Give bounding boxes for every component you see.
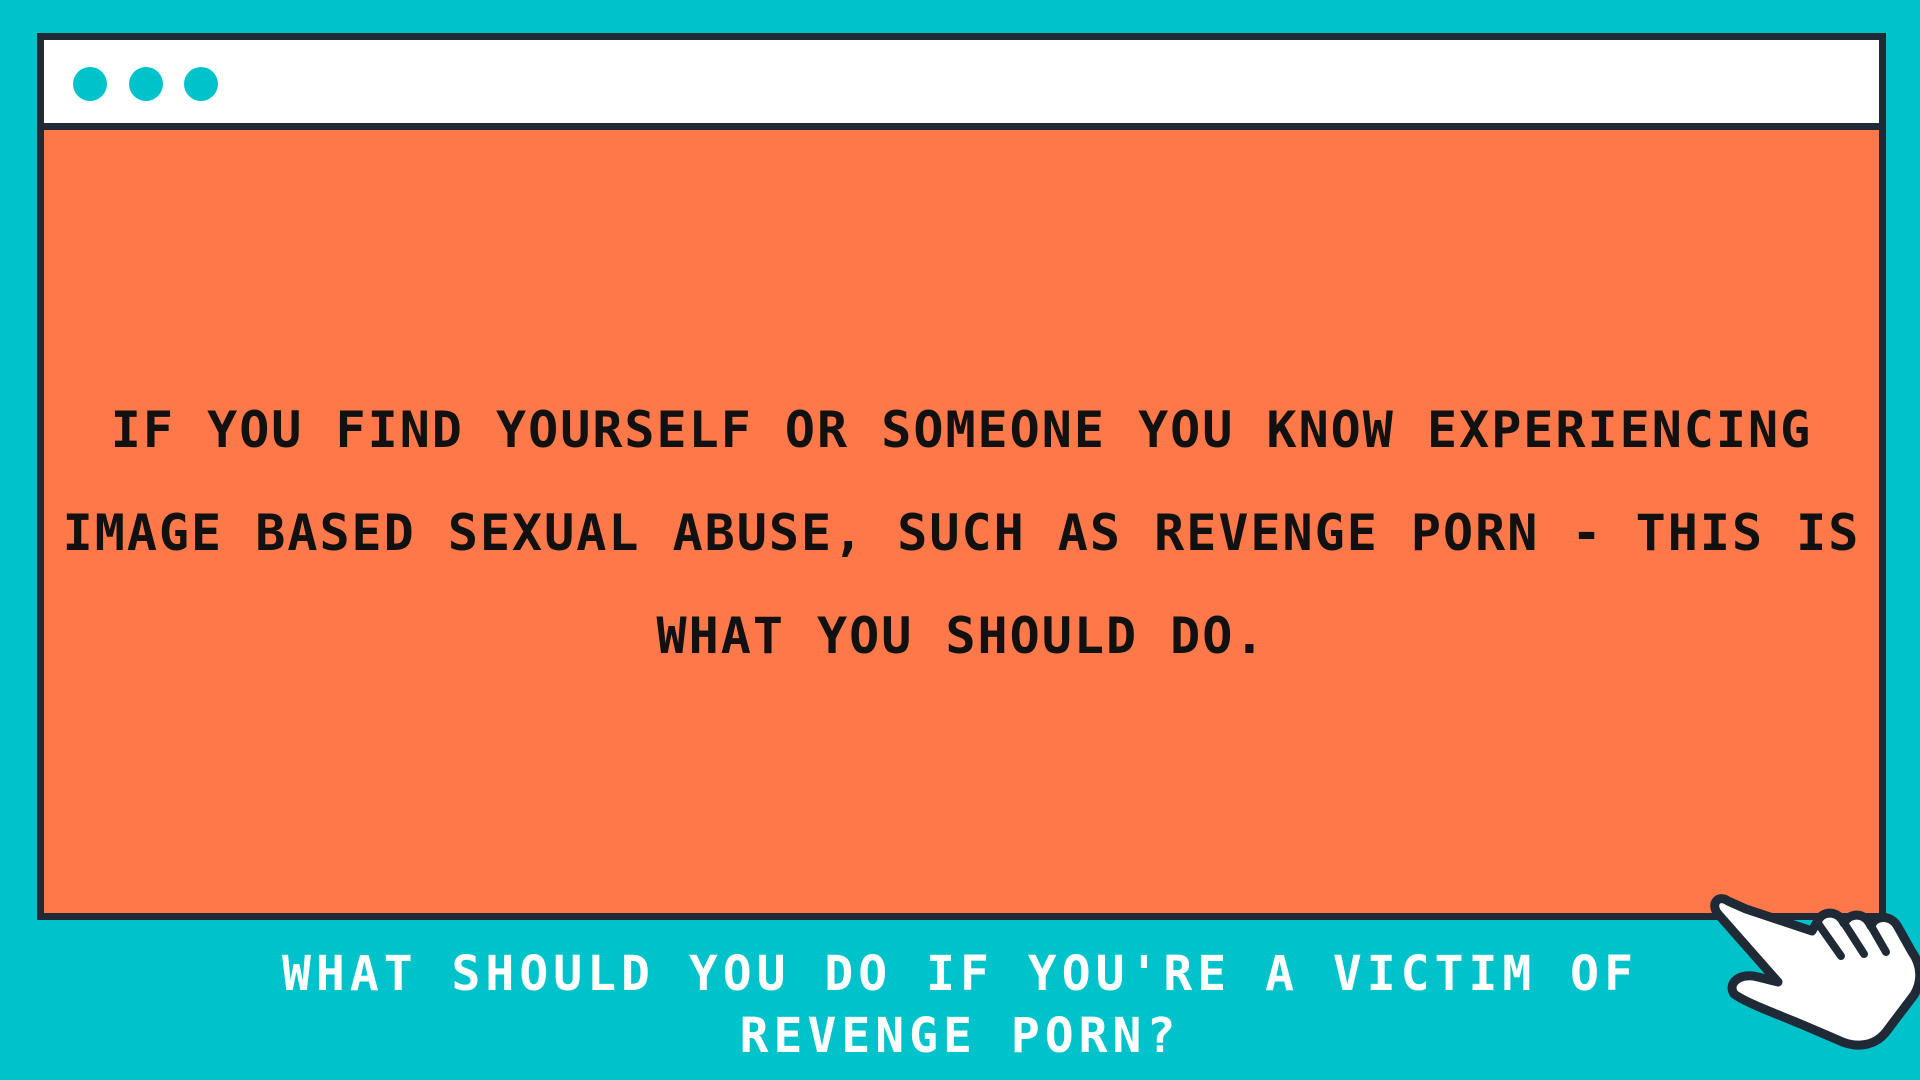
window-titlebar [44,40,1879,130]
caption-text: WHAT SHOULD YOU DO IF YOU'RE A VICTIM OF… [282,946,1638,1064]
pointing-hand-icon [1710,894,1920,1050]
window-content: IF YOU FIND YOURSELF OR SOMEONE YOU KNOW… [44,130,1879,913]
message-text: IF YOU FIND YOURSELF OR SOMEONE YOU KNOW… [62,401,1861,665]
window-dot-icon[interactable] [184,67,218,101]
canvas: IF YOU FIND YOURSELF OR SOMEONE YOU KNOW… [0,0,1920,1080]
browser-window: IF YOU FIND YOURSELF OR SOMEONE YOU KNOW… [37,33,1886,920]
window-dot-icon[interactable] [129,67,163,101]
window-dot-icon[interactable] [73,67,107,101]
